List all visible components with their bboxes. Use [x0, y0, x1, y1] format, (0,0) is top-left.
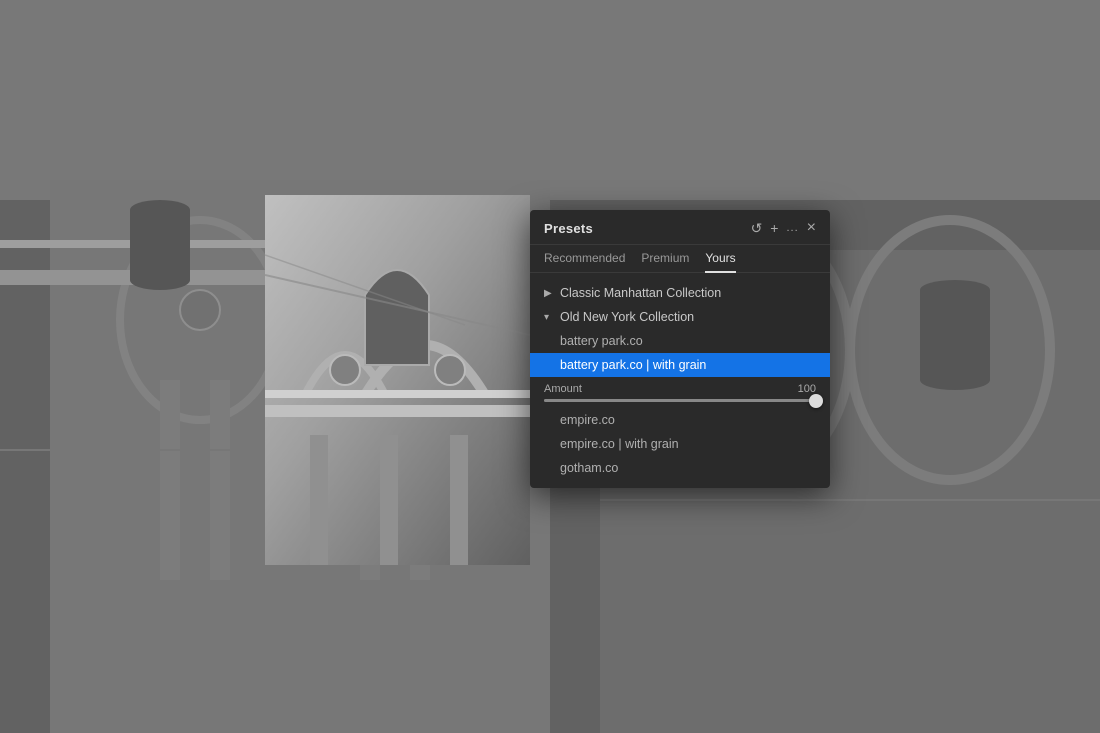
panel-header: Presets ↺ + ... × [530, 210, 830, 245]
collection-old-new-york-label: Old New York Collection [560, 310, 694, 324]
panel-title: Presets [544, 221, 593, 236]
more-icon[interactable]: ... [786, 223, 798, 234]
chevron-right-icon: ▶ [544, 288, 554, 299]
amount-slider-track[interactable] [544, 399, 816, 402]
photo-panel [265, 195, 530, 565]
add-icon[interactable]: + [770, 221, 778, 235]
collection-classic-manhattan[interactable]: ▶ Classic Manhattan Collection [530, 281, 830, 305]
photo-panel-image [265, 195, 530, 565]
chevron-down-icon: ▾ [544, 312, 554, 323]
tabs-bar: Recommended Premium Yours [530, 245, 830, 273]
amount-slider-fill [544, 399, 816, 402]
panel-body: ▶ Classic Manhattan Collection ▾ Old New… [530, 273, 830, 488]
preset-empire[interactable]: empire.co [530, 408, 830, 432]
amount-section: Amount 100 [530, 377, 830, 408]
close-icon[interactable]: × [807, 220, 816, 236]
preset-empire-grain[interactable]: empire.co | with grain [530, 432, 830, 456]
amount-label: Amount [544, 383, 582, 395]
amount-slider-thumb[interactable] [809, 394, 823, 408]
collection-classic-manhattan-label: Classic Manhattan Collection [560, 286, 721, 300]
tab-yours[interactable]: Yours [705, 251, 735, 273]
preset-gotham[interactable]: gotham.co [530, 456, 830, 480]
presets-panel: Presets ↺ + ... × Recommended Premium Yo… [530, 210, 830, 488]
preset-battery-park-grain[interactable]: battery park.co | with grain [530, 353, 830, 377]
tab-premium[interactable]: Premium [641, 251, 689, 273]
tab-recommended[interactable]: Recommended [544, 251, 625, 273]
panel-actions: ↺ + ... × [751, 220, 816, 236]
preset-battery-park[interactable]: battery park.co [530, 329, 830, 353]
collection-old-new-york[interactable]: ▾ Old New York Collection [530, 305, 830, 329]
undo-icon[interactable]: ↺ [751, 221, 763, 235]
